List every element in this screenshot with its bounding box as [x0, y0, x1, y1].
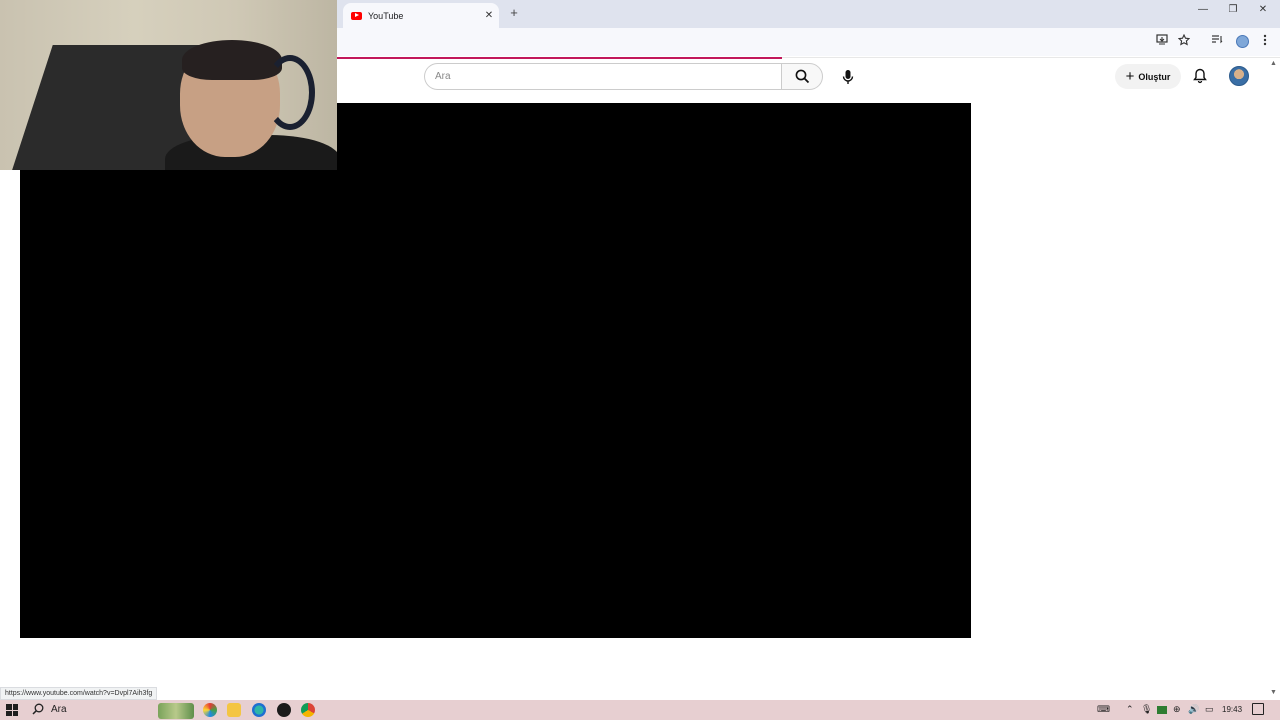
- restore-button[interactable]: ❐: [1221, 4, 1245, 15]
- bookmark-star-icon[interactable]: [1176, 33, 1192, 49]
- reading-list-icon[interactable]: [1209, 34, 1225, 47]
- search-button[interactable]: [781, 63, 823, 90]
- steam-icon[interactable]: [277, 703, 291, 717]
- browser-toolbar: [337, 28, 1280, 56]
- weather-widget-icon[interactable]: [158, 703, 194, 719]
- taskbar-search-icon[interactable]: [32, 703, 44, 718]
- tab-strip: YouTube ✕ + — ❐ ✕: [337, 0, 1280, 28]
- create-label: Oluştur: [1138, 71, 1171, 82]
- scroll-up-arrow-icon[interactable]: ▲: [1270, 60, 1277, 67]
- tray-microphone-icon[interactable]: 🎙: [1141, 704, 1152, 715]
- menu-dots-icon[interactable]: [1257, 34, 1273, 49]
- page-loading-bar: [337, 57, 782, 59]
- tray-app-icon[interactable]: [1157, 706, 1167, 714]
- microphone-icon: [842, 69, 853, 84]
- taskbar-clock[interactable]: 19:43: [1222, 705, 1242, 714]
- keyboard-layout-icon[interactable]: ⌨: [1097, 704, 1110, 715]
- profile-icon[interactable]: [1236, 35, 1249, 48]
- notification-center-icon[interactable]: [1252, 703, 1264, 715]
- voice-search-button[interactable]: [834, 63, 861, 90]
- account-avatar[interactable]: [1229, 66, 1249, 86]
- search-icon: [795, 69, 809, 84]
- status-url: https://www.youtube.com/watch?v=Dvpl7Aih…: [0, 687, 158, 700]
- bell-icon: [1193, 68, 1207, 84]
- scroll-down-arrow-icon[interactable]: ▼: [1270, 689, 1277, 696]
- new-tab-button[interactable]: +: [505, 5, 523, 20]
- webcam-overlay: [0, 0, 337, 170]
- tab-youtube[interactable]: YouTube ✕: [343, 3, 499, 28]
- copilot-icon[interactable]: [203, 703, 217, 717]
- headset-icon: [265, 55, 315, 130]
- tab-close-icon[interactable]: ✕: [481, 10, 497, 21]
- taskbar-search-label[interactable]: Ara: [51, 704, 67, 715]
- windows-start-icon[interactable]: [6, 704, 18, 716]
- minimize-button[interactable]: —: [1191, 4, 1215, 15]
- network-icon[interactable]: ⊕: [1173, 704, 1181, 715]
- display-icon[interactable]: ▭: [1205, 704, 1214, 715]
- install-app-icon[interactable]: [1154, 34, 1170, 48]
- edge-icon[interactable]: [252, 703, 266, 717]
- volume-icon[interactable]: 🔊: [1188, 704, 1199, 715]
- tray-overflow-chevron-icon[interactable]: ⌃: [1126, 704, 1134, 715]
- tab-title: YouTube: [368, 10, 404, 21]
- youtube-favicon-icon: [351, 11, 362, 20]
- file-explorer-icon[interactable]: [227, 703, 241, 717]
- notifications-button[interactable]: [1190, 66, 1210, 86]
- plus-icon: +: [1125, 68, 1135, 85]
- video-player[interactable]: [20, 103, 971, 638]
- create-button[interactable]: + Oluştur: [1115, 64, 1181, 89]
- search-input[interactable]: Ara: [424, 63, 781, 90]
- window-close-button[interactable]: ✕: [1251, 4, 1275, 15]
- chrome-icon[interactable]: [301, 703, 315, 717]
